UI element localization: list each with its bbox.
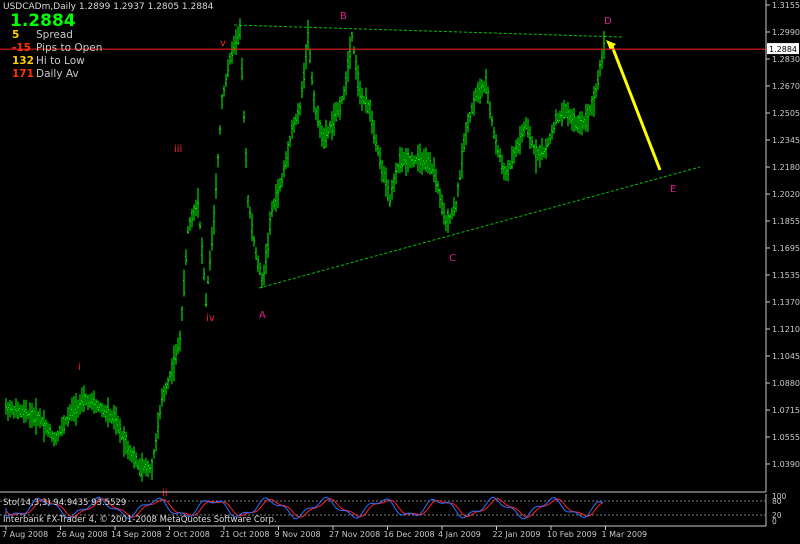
price-tick-label: 1.1695	[772, 244, 800, 253]
info-spread-value: 5	[12, 29, 20, 41]
info-spread-label: Spread	[36, 29, 73, 41]
price-tick-label: 1.2020	[772, 190, 800, 199]
price-chart[interactable]: 1.2884 iiiiiiivvABCDE 1.31551.29901.2830…	[0, 0, 800, 540]
time-tick-label: 22 Jan 2009	[493, 530, 541, 539]
wave-label-d: D	[604, 16, 612, 27]
price-tick-label: 1.2830	[772, 55, 800, 64]
current-price-display: 1.2884	[10, 11, 76, 31]
wave-label-iii: iii	[174, 144, 182, 155]
wave-label-v: v	[220, 38, 226, 49]
price-tick-label: 1.1370	[772, 298, 800, 307]
time-tick-label: 4 Jan 2009	[438, 530, 481, 539]
time-tick-label: 27 Nov 2008	[329, 530, 380, 539]
price-tick-label: 1.0390	[772, 460, 800, 469]
price-tick-label: 1.1045	[772, 352, 800, 361]
price-tick-label: 1.2670	[772, 82, 800, 91]
info-dailyav-label: Daily Av	[36, 68, 79, 80]
wave-label-iv: iv	[206, 313, 215, 324]
projection-arrow-line[interactable]	[610, 45, 662, 171]
info-dailyav-value: 171	[12, 68, 34, 80]
time-tick-label: 7 Aug 2008	[2, 530, 48, 539]
lower-trendline[interactable]	[258, 166, 701, 289]
time-tick-label: 9 Nov 2008	[275, 530, 321, 539]
info-hilo-label: Hi to Low	[36, 55, 85, 67]
time-tick-label: 1 Mar 2009	[602, 530, 648, 539]
price-tick-label: 1.1535	[772, 271, 800, 280]
info-pips-label: Pips to Open	[36, 42, 103, 54]
price-tick-label: 1.1855	[772, 217, 800, 226]
upper-trendline[interactable]	[233, 24, 623, 38]
price-tick-label: 1.3155	[772, 1, 800, 10]
info-hi-to-low: 132 Hi to Low	[12, 55, 85, 67]
info-pips-to-open: -15 Pips to Open	[12, 42, 102, 54]
price-tick-label: 1.1210	[772, 325, 800, 334]
wave-label-e: E	[670, 184, 676, 195]
wave-label-i: i	[78, 362, 81, 373]
info-spread: 5 Spread	[12, 29, 73, 41]
time-tick-label: 21 Oct 2008	[220, 530, 269, 539]
chart-window[interactable]: 1.2884 i ii iii iv v A B C D E 1.3155 1.2990 1.2830…	[0, 0, 800, 540]
price-tick-label: 1.0715	[772, 406, 800, 415]
price-tick-label: 1.2180	[772, 163, 800, 172]
time-tick-label: 2 Oct 2008	[166, 530, 210, 539]
indicator-tick-label: 0	[772, 517, 777, 526]
info-pips-value: -15	[12, 42, 31, 54]
price-tick-label: 1.0555	[772, 433, 800, 442]
time-tick-label: 26 Aug 2008	[57, 530, 108, 539]
indicator-tick-label: 80	[772, 497, 782, 506]
price-tick-label: 1.2990	[772, 28, 800, 37]
time-tick-label: 16 Dec 2008	[384, 530, 435, 539]
copyright-text: Interbank FX-Trader 4, © 2001-2008 MetaQ…	[3, 515, 277, 525]
wave-label-a: A	[259, 310, 266, 321]
price-tick-label: 1.2505	[772, 109, 800, 118]
price-tick-label: 1.2345	[772, 136, 800, 145]
indicator-title: Sto(14,3,3) 94.9435 93.5529	[3, 498, 127, 508]
info-daily-av: 171 Daily Av	[12, 68, 79, 80]
time-tick-label: 14 Sep 2008	[111, 530, 162, 539]
wave-label-ii: ii	[162, 488, 168, 499]
wave-label-b: B	[340, 11, 347, 22]
price-tick-label: 1.0880	[772, 379, 800, 388]
info-hilo-value: 132	[12, 55, 34, 67]
current-price-tag-text: 1.2884	[769, 45, 797, 54]
time-tick-label: 10 Feb 2009	[547, 530, 597, 539]
wave-label-c: C	[449, 253, 456, 264]
